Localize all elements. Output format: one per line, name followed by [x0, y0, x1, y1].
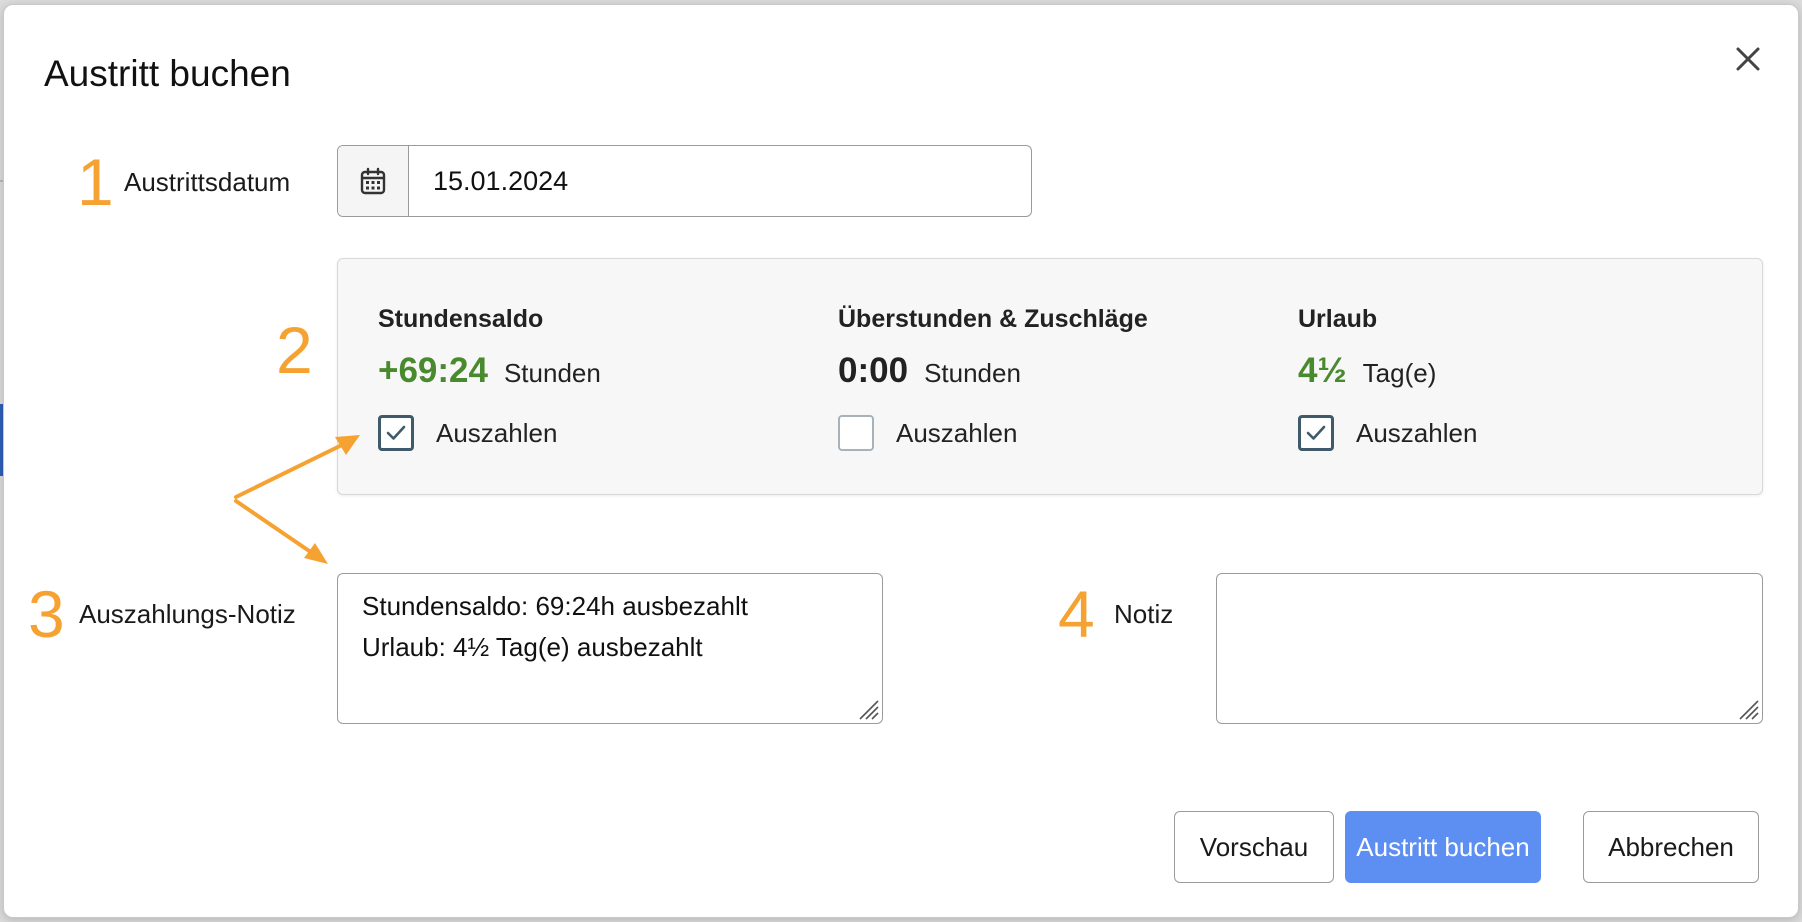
payout-note-textarea[interactable]: Stundensaldo: 69:24h ausbezahlt Urlaub: … [337, 573, 883, 724]
payout-note-line: Urlaub: 4½ Tag(e) ausbezahlt [362, 632, 703, 662]
overtime-unit: Stunden [924, 358, 1021, 388]
step-number-1: 1 [77, 145, 114, 219]
overtime-title: Überstunden & Zuschläge [838, 305, 1148, 333]
balance-summary-panel: Stundensaldo +69:24 Stunden Auszahlen Üb… [337, 258, 1763, 495]
exit-date-value[interactable]: 15.01.2024 [409, 146, 568, 216]
step-number-3: 3 [28, 577, 65, 651]
vacation-unit: Tag(e) [1362, 358, 1437, 388]
dialog-title: Austritt buchen [44, 53, 291, 94]
close-button[interactable] [1728, 39, 1768, 79]
hours-balance-payout-label[interactable]: Auszahlen [436, 418, 557, 449]
hours-balance-unit: Stunden [503, 358, 601, 388]
hours-balance-value-row: +69:24 Stunden [378, 351, 601, 391]
vacation-payout-label[interactable]: Auszahlen [1356, 418, 1477, 449]
calendar-icon [360, 167, 386, 195]
checkmark-icon [386, 425, 406, 440]
resize-handle-icon[interactable] [1734, 695, 1760, 721]
preview-button[interactable]: Vorschau [1174, 811, 1334, 883]
exit-date-label: Austrittsdatum [124, 167, 291, 197]
note-label: Notiz [1114, 599, 1174, 629]
exit-date-field[interactable]: 15.01.2024 [337, 145, 1032, 217]
hours-balance-payout-toggle[interactable]: Auszahlen [378, 415, 557, 451]
close-icon [1736, 47, 1760, 71]
hours-balance-payout-checkbox[interactable] [378, 415, 414, 451]
overtime-payout-label[interactable]: Auszahlen [896, 418, 1017, 449]
resize-handle-icon[interactable] [854, 695, 880, 721]
exit-booking-dialog: Austritt buchen 1 Austrittsdatum 15.01.2… [3, 4, 1799, 918]
vacation-value: 4½ [1298, 351, 1347, 390]
arrow-to-payout-note [234, 499, 320, 559]
arrowhead [304, 543, 328, 564]
step-number-2: 2 [276, 313, 313, 387]
cancel-button[interactable]: Abbrechen [1583, 811, 1759, 883]
arrow-to-balance-checkbox [234, 439, 352, 499]
hours-balance-value: +69:24 [378, 351, 488, 390]
calendar-button[interactable] [338, 146, 409, 216]
payout-note-label: Auszahlungs-Notiz [79, 599, 296, 629]
vacation-payout-checkbox[interactable] [1298, 415, 1334, 451]
overtime-payout-checkbox[interactable] [838, 415, 874, 451]
vacation-payout-toggle[interactable]: Auszahlen [1298, 415, 1477, 451]
book-exit-button[interactable]: Austritt buchen [1345, 811, 1541, 883]
overtime-payout-toggle[interactable]: Auszahlen [838, 415, 1017, 451]
vacation-value-row: 4½ Tag(e) [1298, 351, 1436, 391]
overtime-value-row: 0:00 Stunden [838, 351, 1021, 391]
note-textarea[interactable] [1216, 573, 1763, 724]
payout-note-line: Stundensaldo: 69:24h ausbezahlt [362, 591, 748, 621]
checkmark-icon [1306, 425, 1326, 440]
hours-balance-title: Stundensaldo [378, 305, 544, 333]
overtime-value: 0:00 [838, 351, 909, 390]
vacation-title: Urlaub [1298, 305, 1378, 333]
step-number-4: 4 [1058, 577, 1095, 651]
